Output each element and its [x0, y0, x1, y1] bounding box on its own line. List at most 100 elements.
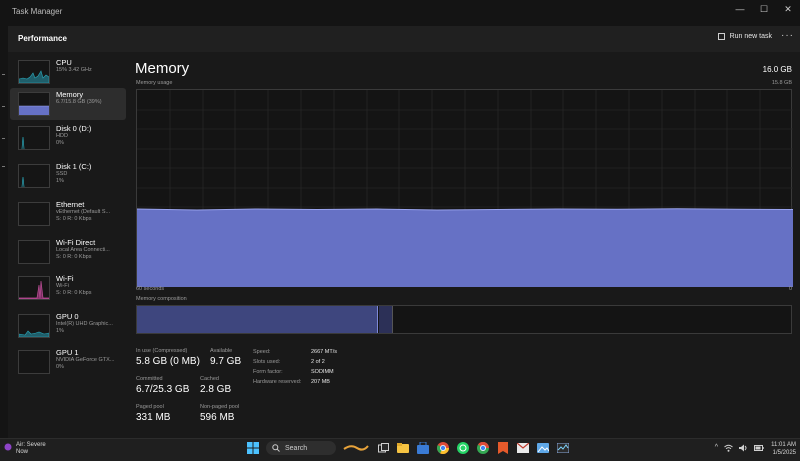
memory-composition-label: Memory composition [136, 296, 187, 302]
sidebar-item-label: Disk 1 (C:) [56, 162, 92, 171]
sidebar-item-detail: 1% [56, 328, 64, 334]
taskbar-search[interactable]: Search [266, 441, 336, 455]
stat-label: Committed [136, 376, 163, 382]
wifi-icon[interactable] [724, 444, 733, 452]
sidebar-item-detail: S: 0 R: 0 Kbps [56, 290, 92, 296]
stat-value: 2.8 GB [200, 384, 232, 395]
sidebar-item-gpu-1[interactable]: GPU 1 NVIDIA GeForce GTX... 0% [10, 346, 126, 378]
page-header: Performance Run new task ··· [8, 26, 800, 52]
mail-icon[interactable] [516, 441, 530, 455]
page-title: Performance [18, 34, 67, 43]
detail-label: Hardware reserved: [253, 379, 302, 385]
detail-value: 2 of 2 [311, 359, 325, 365]
run-new-task-label: Run new task [729, 33, 772, 40]
sidebar-item-detail: HDD [56, 133, 68, 139]
sidebar-item-wifi-direct[interactable]: Wi-Fi Direct Local Area Connecti... S: 0… [10, 236, 126, 268]
show-hidden-icons-icon[interactable]: ^ [715, 444, 718, 452]
wifi-direct-thumbnail-graph [18, 240, 50, 264]
more-options-button[interactable]: ··· [781, 30, 794, 41]
time-axis-start: 60 seconds [136, 286, 165, 292]
sidebar-item-label: Wi-Fi [56, 274, 74, 283]
detail-form-factor: Form factor: SODIMM [253, 369, 334, 375]
stat-label: Non-paged pool [200, 404, 240, 410]
disk-1-thumbnail-graph [18, 164, 50, 188]
stat-label: Paged pool [136, 404, 164, 410]
maximize-button[interactable]: ☐ [756, 4, 772, 15]
cpu-thumbnail-graph [18, 60, 50, 84]
stat-value: 6.7/25.3 GB [136, 384, 190, 395]
stat-cached: Cached 2.8 GB [200, 376, 231, 395]
sidebar-item-detail: 0% [56, 140, 64, 146]
memory-usage-svg [137, 90, 793, 287]
clock-time: 11:01 AM [771, 442, 796, 448]
gpu-0-thumbnail-graph [18, 314, 50, 338]
memory-usage-area [137, 208, 793, 287]
detail-slots-used: Slots used: 2 of 2 [253, 359, 325, 365]
start-icon[interactable] [246, 441, 260, 455]
detail-label: Slots used: [253, 359, 281, 365]
stat-value: 5.8 GB (0 MB) [136, 356, 200, 367]
nav-rail-item[interactable] [2, 138, 5, 139]
sidebar-item-cpu[interactable]: CPU 15% 3.42 GHz [10, 56, 126, 88]
nav-rail-item[interactable] [2, 74, 5, 75]
photos-icon[interactable] [536, 441, 550, 455]
air-quality-icon [4, 443, 12, 451]
system-tray: ^ [715, 444, 764, 452]
memory-panel: Memory 16.0 GB Memory usage 15.8 GB 60 s… [128, 52, 800, 438]
sidebar-item-memory[interactable]: Memory 6.7/15.8 GB (39%) [10, 88, 126, 120]
sidebar-item-detail: vEthernet (Default S... [56, 209, 111, 215]
battery-icon[interactable] [754, 444, 764, 452]
taskbar-apps: Search [246, 441, 570, 455]
sidebar-item-disk-1[interactable]: Disk 1 (C:) SSD 1% [10, 160, 126, 192]
run-new-task-button[interactable]: Run new task [717, 33, 772, 40]
sidebar-item-gpu-0[interactable]: GPU 0 Intel(R) UHD Graphic... 1% [10, 310, 126, 342]
sidebar-item-label: GPU 1 [56, 348, 79, 357]
composition-modified [379, 306, 393, 333]
weather-widget[interactable]: Air: Severe Now [4, 442, 46, 456]
sidebar-item-wifi[interactable]: Wi-Fi Wi-Fi S: 0 R: 0 Kbps [10, 272, 126, 304]
stat-paged-pool: Paged pool 331 MB [136, 404, 170, 423]
stat-committed: Committed 6.7/25.3 GB [136, 376, 189, 395]
sidebar-item-disk-0[interactable]: Disk 0 (D:) HDD 0% [10, 122, 126, 154]
stat-available: Available 9.7 GB [210, 348, 241, 367]
bookmark-app-icon[interactable] [496, 441, 510, 455]
store-icon[interactable] [416, 441, 430, 455]
sidebar-item-label: Wi-Fi Direct [56, 238, 96, 247]
weather-subtitle: Now [16, 449, 29, 455]
nav-rail [0, 26, 8, 438]
sidebar-item-label: Memory [56, 90, 84, 99]
nav-rail-item[interactable] [2, 166, 5, 167]
wifi-thumbnail-graph [18, 276, 50, 300]
sidebar-item-detail: Intel(R) UHD Graphic... [56, 321, 113, 327]
volume-icon[interactable] [739, 444, 748, 452]
search-highlight-icon[interactable] [342, 441, 370, 455]
stat-value: 9.7 GB [210, 356, 242, 367]
task-manager-icon[interactable] [556, 441, 570, 455]
sidebar-item-label: GPU 0 [56, 312, 79, 321]
sidebar-item-detail: S: 0 R: 0 Kbps [56, 216, 92, 222]
clock[interactable]: 11:01 AM 1/5/2025 [771, 441, 796, 457]
sidebar-item-label: CPU [56, 58, 72, 67]
taskbar: Air: Severe Now Search ^ 11:01 AM 1/5/20… [0, 438, 800, 461]
sidebar-item-ethernet[interactable]: Ethernet vEthernet (Default S... S: 0 R:… [10, 198, 126, 230]
chrome-alt-icon[interactable] [476, 441, 490, 455]
close-button[interactable]: ✕ [780, 4, 796, 15]
chrome-icon[interactable] [436, 441, 450, 455]
minimize-button[interactable]: — [732, 4, 748, 14]
memory-composition-bar [136, 305, 792, 334]
run-task-icon [717, 33, 725, 40]
sidebar-item-detail: Local Area Connecti... [56, 247, 110, 253]
sidebar-item-detail: Wi-Fi [56, 283, 69, 289]
app-title: Task Manager [12, 7, 63, 16]
sidebar-item-detail: 15% 3.42 GHz [56, 67, 92, 73]
nav-rail-item[interactable] [2, 106, 5, 107]
time-axis-end: 0 [788, 286, 792, 292]
detail-speed: Speed: 2667 MT/s [253, 349, 337, 355]
whatsapp-icon[interactable] [456, 441, 470, 455]
gpu-1-thumbnail-graph [18, 350, 50, 374]
detail-label: Form factor: [253, 369, 283, 375]
file-explorer-icon[interactable] [396, 441, 410, 455]
task-view-icon[interactable] [376, 441, 390, 455]
title-bar: Task Manager — ☐ ✕ [0, 0, 800, 26]
sidebar-item-label: Disk 0 (D:) [56, 124, 92, 133]
